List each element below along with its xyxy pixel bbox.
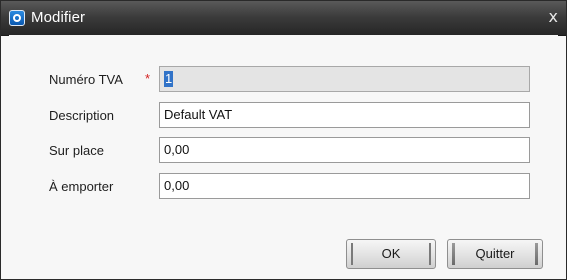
vat-number-value: 1	[164, 71, 174, 87]
description-field[interactable]: Default VAT	[159, 102, 530, 128]
description-label: Description	[49, 108, 115, 123]
vat-number-label: Numéro TVA	[49, 72, 123, 87]
modifier-dialog: Modifier x Numéro TVA * 1 Description De…	[0, 0, 567, 280]
title-bar[interactable]: Modifier x	[1, 1, 566, 36]
on-site-field[interactable]: 0,00	[159, 137, 530, 163]
dialog-title: Modifier	[31, 9, 86, 26]
app-logo-icon	[9, 10, 25, 26]
required-mark: *	[145, 71, 151, 86]
form-panel: Numéro TVA * 1 Description Default VAT S…	[9, 35, 558, 271]
takeaway-field[interactable]: 0,00	[159, 173, 530, 199]
takeaway-label: À emporter	[49, 179, 114, 194]
vat-number-field[interactable]: 1	[159, 66, 530, 92]
ok-button[interactable]: OK	[346, 239, 436, 269]
on-site-label: Sur place	[49, 143, 104, 158]
close-icon[interactable]: x	[549, 7, 558, 26]
quit-button[interactable]: Quitter	[447, 239, 543, 269]
